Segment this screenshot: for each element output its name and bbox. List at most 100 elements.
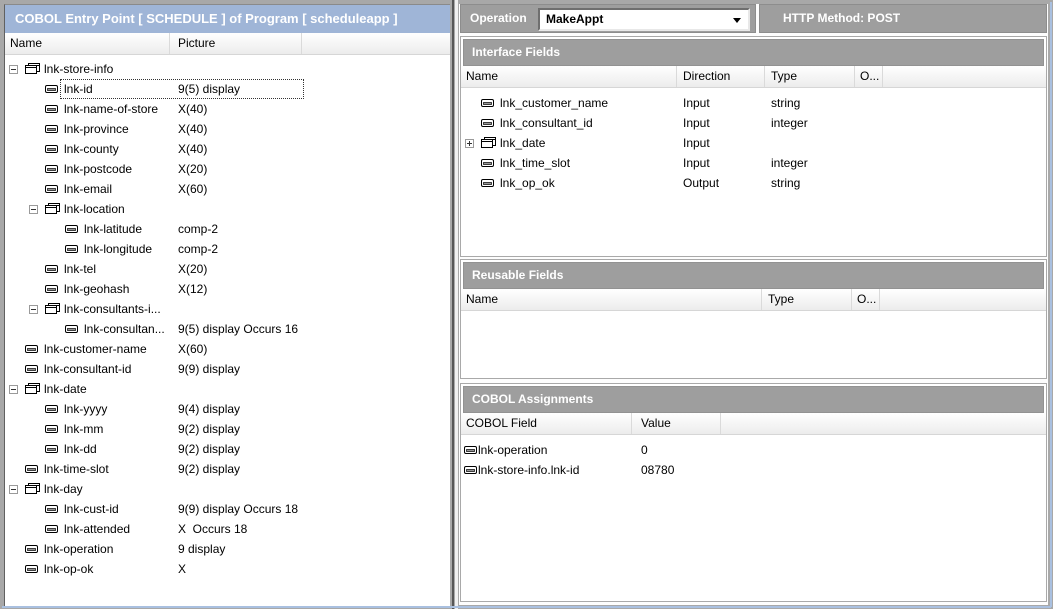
column-header-name: Name [461,66,677,87]
cobol-structure-tree: lnk-store-infolnk-id9(5) displaylnk-name… [5,55,451,579]
cobol-assignment-row[interactable]: lnk-operation 0 [461,440,1046,460]
tree-row-label: lnk-date [43,382,87,396]
http-method-label: HTTP Method: POST [783,11,900,25]
field-icon [65,225,78,233]
field-icon [45,185,58,193]
interface-field-row[interactable]: lnk_time_slotInputinteger [461,153,1046,173]
cobol-assignments-column-header: COBOL Field Value [461,413,1046,435]
tree-row[interactable]: lnk-emailX(60) [5,179,451,199]
tree-row[interactable]: lnk-consultant-id9(9) display [5,359,451,379]
tree-row[interactable]: lnk-date [5,379,451,399]
tree-row[interactable]: lnk-day [5,479,451,499]
tree-row[interactable]: lnk-postcodeX(20) [5,159,451,179]
picture-cell: comp-2 [178,242,218,256]
tree-row[interactable]: lnk-yyyy9(4) display [5,399,451,419]
tree-row[interactable]: lnk-op-okX [5,559,451,579]
tree-row[interactable]: lnk-name-of-storeX(40) [5,99,451,119]
tree-row[interactable]: lnk-time-slot 9(2) display [5,459,451,479]
reusable-fields-column-header: Name Type O... [461,289,1046,311]
expand-plus-icon[interactable] [465,139,474,148]
assignment-value: 08780 [632,463,721,477]
operation-label: Operation [470,11,527,25]
cobol-assignments-header: COBOL Assignments [463,386,1044,413]
tree-row-label: lnk-attended [63,522,130,536]
left-column-header: Name Picture [5,33,451,55]
tree-row-label: lnk-day [43,482,83,496]
tree-row[interactable]: lnk-customer-nameX(60) [5,339,451,359]
column-header-name: Name [5,33,170,54]
tree-row[interactable]: lnk-cust-id9(9) display Occurs 18 [5,499,451,519]
assignment-field: lnk-operation [477,443,547,457]
picture-cell: 9(2) display [178,462,240,476]
cobol-entry-point-panel: COBOL Entry Point [ SCHEDULE ] of Progra… [4,4,452,607]
field-icon [45,505,58,513]
tree-row[interactable]: lnk-consultants-i... [5,299,451,319]
collapse-minus-icon[interactable] [9,65,18,74]
assignment-value: 0 [632,443,721,457]
field-direction: Input [677,156,765,170]
interface-field-row[interactable]: lnk_op_okOutputstring [461,173,1046,193]
interface-field-row[interactable]: lnk_consultant_idInputinteger [461,113,1046,133]
tree-row-label: lnk-time-slot [43,462,109,476]
picture-cell: 9(9) display [178,362,240,376]
interface-fields-header: Interface Fields [463,39,1044,66]
collapse-minus-icon[interactable] [29,205,38,214]
field-icon [65,325,78,333]
tree-row[interactable]: lnk-mm9(2) display [5,419,451,439]
picture-cell: 9(9) display Occurs 18 [178,502,298,516]
field-icon [25,565,38,573]
tree-row[interactable]: lnk-provinceX(40) [5,119,451,139]
field-direction: Input [677,96,765,110]
cobol-mapping-window: COBOL Entry Point [ SCHEDULE ] of Progra… [0,0,1053,609]
tree-row[interactable]: lnk-latitude comp-2 [5,219,451,239]
field-icon [45,425,58,433]
picture-cell: X(40) [178,142,207,156]
tree-row[interactable]: lnk-dd9(2) display [5,439,451,459]
interface-field-row[interactable]: lnk_dateInput [461,133,1046,153]
picture-cell: 9 display [178,542,225,556]
field-type: string [765,96,855,110]
panel-splitter[interactable] [450,0,459,609]
picture-cell: X Occurs 18 [178,522,247,536]
tree-row[interactable]: lnk-operation9 display [5,539,451,559]
picture-cell: X(40) [178,122,207,136]
field-icon [25,365,38,373]
cobol-assignment-row[interactable]: lnk-store-info.lnk-id08780 [461,460,1046,480]
picture-cell: comp-2 [178,222,218,236]
column-header-direction: Direction [677,66,765,87]
collapse-minus-icon[interactable] [29,305,38,314]
tree-row[interactable]: lnk-countyX(40) [5,139,451,159]
field-type: integer [765,116,855,130]
operation-select[interactable]: MakeAppt [538,8,750,31]
cobol-assignments-section: COBOL Assignments COBOL Field Value lnk-… [460,383,1047,602]
field-direction: Input [677,136,765,150]
column-header-cobol-field: COBOL Field [461,413,632,434]
tree-row-label: lnk-latitude [83,222,142,236]
selection-focus-rect [60,79,304,99]
field-icon [464,466,477,474]
group-record-icon [481,137,496,149]
tree-row[interactable]: lnk-telX(20) [5,259,451,279]
tree-row[interactable]: lnk-longitudecomp-2 [5,239,451,259]
tree-row-label: lnk-email [63,182,112,196]
field-icon [65,245,78,253]
interface-field-row[interactable]: lnk_customer_nameInputstring [461,93,1046,113]
field-icon [25,465,38,473]
tree-row[interactable]: lnk-id9(5) display [5,79,451,99]
collapse-minus-icon[interactable] [9,485,18,494]
collapse-minus-icon[interactable] [9,385,18,394]
field-direction: Output [677,176,765,190]
field-icon [464,446,477,454]
tree-row[interactable]: lnk-geohashX(12) [5,279,451,299]
chevron-down-icon[interactable] [733,18,741,23]
tree-row[interactable]: lnk-location [5,199,451,219]
field-icon [45,105,58,113]
field-type: string [765,176,855,190]
tree-row[interactable]: lnk-store-info [5,59,451,79]
tree-row-label: lnk-name-of-store [63,102,158,116]
tree-row[interactable]: lnk-consultan...9(5) display Occurs 16 [5,319,451,339]
tree-row[interactable]: lnk-attended X Occurs 18 [5,519,451,539]
interface-fields-section: Interface Fields Name Direction Type O..… [460,36,1047,257]
tree-row-label: lnk-yyyy [63,402,107,416]
tree-row-label: lnk-consultan... [83,322,165,336]
